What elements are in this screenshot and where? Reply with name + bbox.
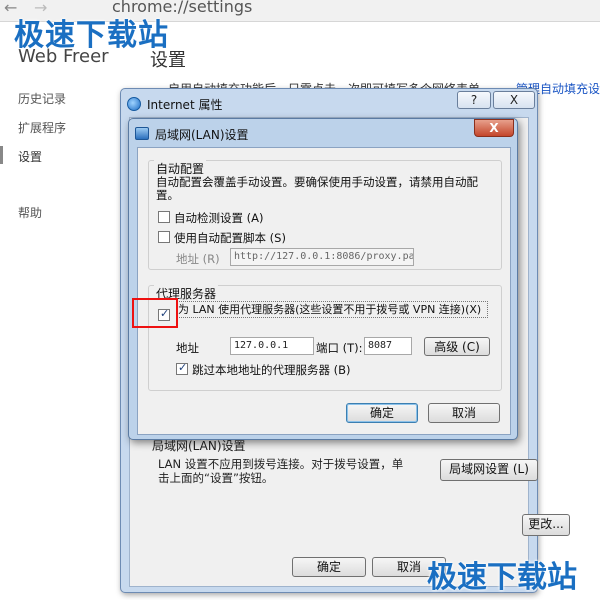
auto-config-script-checkbox[interactable] (158, 231, 170, 243)
internet-globe-icon (127, 97, 141, 111)
auto-detect-label: 自动检测设置 (A) (174, 211, 264, 225)
dialog-title: 局域网(LAN)设置 (155, 128, 249, 142)
proxy-port-input[interactable]: 8087 (364, 337, 412, 355)
sidebar-item-history[interactable]: 历史记录 (18, 90, 66, 107)
change-button[interactable]: 更改... (522, 514, 570, 536)
bypass-local-label: 跳过本地地址的代理服务器 (B) (192, 363, 351, 377)
sidebar-item-extensions[interactable]: 扩展程序 (18, 119, 66, 136)
lan-settings-button[interactable]: 局域网设置 (L) (440, 459, 538, 481)
lan-section-description: LAN 设置不应用到拨号连接。对于拨号设置，单击上面的“设置”按钮。 (158, 457, 404, 485)
lan-cancel-button[interactable]: 取消 (428, 403, 500, 423)
lan-settings-section: 局域网(LAN)设置 LAN 设置不应用到拨号连接。对于拨号设置，单击上面的“设… (152, 437, 538, 497)
lan-ok-button[interactable]: 确定 (346, 403, 418, 423)
proxy-port-label: 端口 (T): (316, 341, 363, 355)
bypass-local-checkbox[interactable] (176, 361, 188, 375)
script-address-label: 地址 (R) (176, 252, 220, 266)
lan-settings-dialog: 局域网(LAN)设置 X 自动配置 自动配置会覆盖手动设置。要确保使用手动设置，… (128, 118, 518, 440)
dialog-close-button[interactable]: X (474, 119, 514, 137)
use-proxy-label: 为 LAN 使用代理服务器(这些设置不用于拨号或 VPN 连接)(X) (176, 301, 488, 318)
inet-ok-button[interactable]: 确定 (292, 557, 366, 577)
watermark-bottom: 极速下载站 (427, 560, 577, 595)
help-button[interactable]: ? (457, 91, 491, 109)
script-address-input[interactable]: http://127.0.0.1:8086/proxy.pa (230, 248, 414, 266)
auto-config-script-label: 使用自动配置脚本 (S) (174, 231, 286, 245)
auto-detect-checkbox[interactable] (158, 211, 170, 223)
proxy-address-input[interactable]: 127.0.0.1 (230, 337, 314, 355)
proxy-address-label: 地址 (176, 341, 199, 355)
network-icon (135, 127, 149, 140)
advanced-button[interactable]: 高级 (C) (424, 337, 490, 356)
highlight-box (132, 298, 178, 328)
window-title: Internet 属性 (147, 98, 223, 112)
watermark-top: 极速下载站 (14, 18, 169, 53)
close-button[interactable]: X (493, 91, 535, 109)
auto-config-description: 自动配置会覆盖手动设置。要确保使用手动设置，请禁用自动配置。 (156, 175, 478, 202)
sidebar-item-settings[interactable]: 设置 (18, 148, 42, 165)
sidebar-active-indicator (0, 146, 3, 164)
dialog-body: 自动配置 自动配置会覆盖手动设置。要确保使用手动设置，请禁用自动配置。 自动检测… (137, 147, 511, 435)
sidebar-item-help[interactable]: 帮助 (18, 204, 42, 221)
